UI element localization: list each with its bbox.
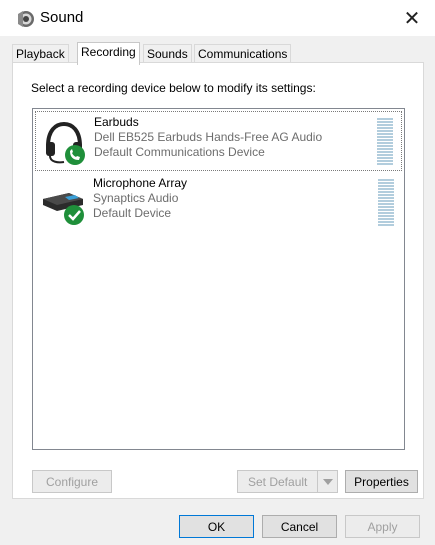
- device-list[interactable]: Earbuds Dell EB525 Earbuds Hands-Free AG…: [32, 108, 405, 450]
- tab-communications[interactable]: Communications: [194, 44, 292, 64]
- device-name: Earbuds: [94, 115, 139, 129]
- instruction-text: Select a recording device below to modif…: [31, 81, 316, 95]
- device-item-earbuds[interactable]: Earbuds Dell EB525 Earbuds Hands-Free AG…: [35, 111, 402, 171]
- phone-badge-icon: [65, 145, 85, 165]
- level-meter: [378, 179, 394, 227]
- set-default-button[interactable]: Set Default: [237, 470, 338, 493]
- device-status: Default Device: [93, 206, 172, 220]
- tab-playback[interactable]: Playback: [12, 44, 69, 64]
- speaker-icon: [18, 11, 34, 27]
- properties-button[interactable]: Properties: [345, 470, 418, 493]
- device-name: Microphone Array: [93, 176, 188, 190]
- cancel-button[interactable]: Cancel: [262, 515, 337, 538]
- device-status: Default Communications Device: [94, 145, 265, 159]
- title-bar: Sound ✕: [0, 0, 435, 36]
- device-description: Synaptics Audio: [93, 191, 179, 205]
- window-title: Sound: [40, 9, 84, 26]
- check-badge-icon: [64, 205, 84, 225]
- recording-panel: Select a recording device below to modif…: [12, 62, 424, 499]
- microphone-array-icon: [43, 193, 84, 225]
- apply-button[interactable]: Apply: [345, 515, 420, 538]
- ok-button[interactable]: OK: [179, 515, 254, 538]
- set-default-label: Set Default: [248, 474, 308, 489]
- configure-button[interactable]: Configure: [32, 470, 112, 493]
- close-button[interactable]: ✕: [389, 0, 435, 36]
- tab-recording[interactable]: Recording: [77, 42, 140, 65]
- chevron-down-icon[interactable]: [317, 471, 337, 492]
- tab-sounds[interactable]: Sounds: [143, 44, 192, 64]
- device-description: Dell EB525 Earbuds Hands-Free AG Audio: [94, 130, 323, 144]
- level-meter: [377, 118, 393, 166]
- device-item-microphone-array[interactable]: Microphone Array Synaptics Audio Default…: [35, 173, 402, 233]
- headset-icon: [46, 121, 85, 165]
- close-icon: ✕: [403, 7, 421, 30]
